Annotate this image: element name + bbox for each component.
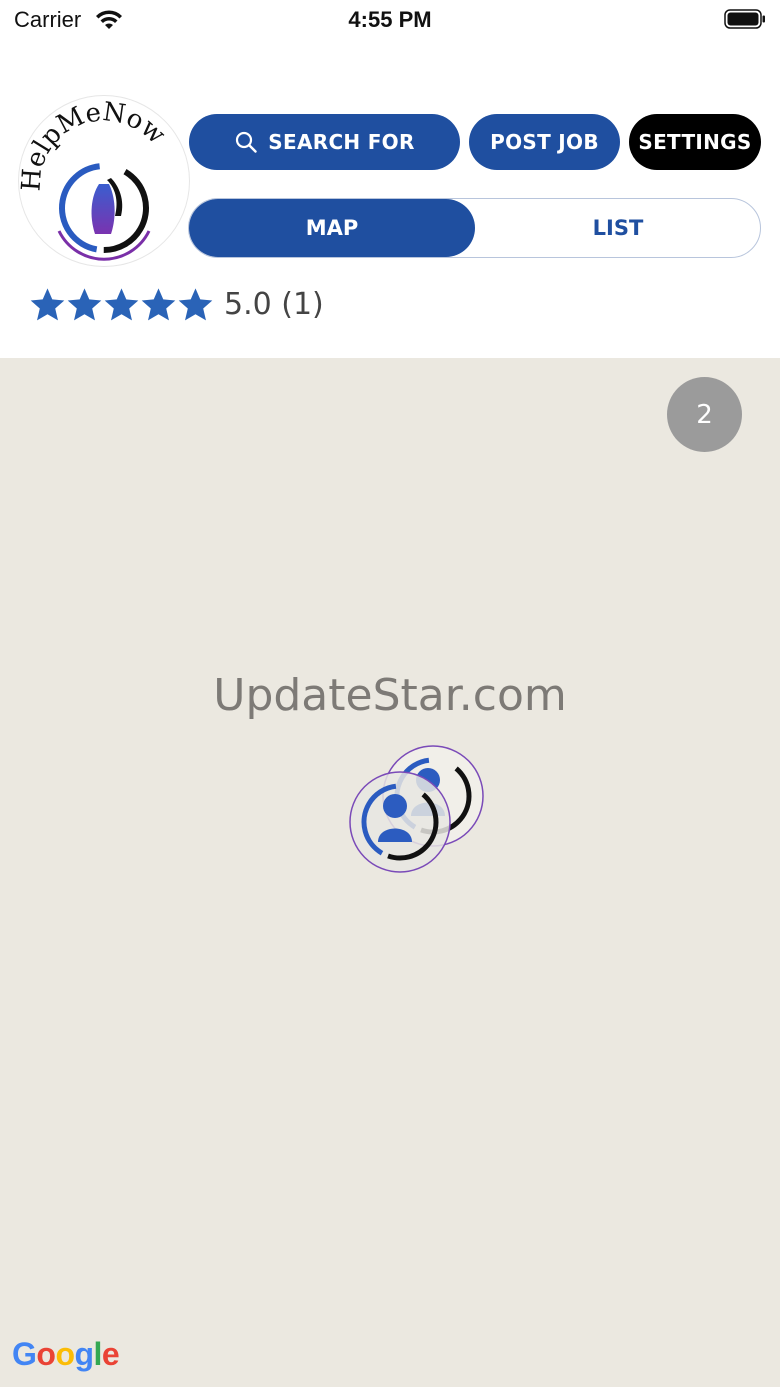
- star-icon: [178, 287, 213, 320]
- post-job-label: POST JOB: [490, 130, 599, 154]
- status-bar: Carrier 4:55 PM: [0, 0, 780, 44]
- cluster-count: 2: [696, 399, 713, 430]
- rating-text: 5.0 (1): [224, 286, 324, 322]
- settings-label: SETTINGS: [638, 130, 752, 154]
- post-job-button[interactable]: POST JOB: [469, 114, 620, 170]
- search-icon: [236, 131, 257, 153]
- map-pin-markers[interactable]: [345, 738, 485, 878]
- map-tab-label: MAP: [305, 216, 359, 240]
- watermark: UpdateStar.com: [213, 670, 567, 721]
- rating: 5.0 (1): [29, 282, 324, 326]
- settings-button[interactable]: SETTINGS: [629, 114, 761, 170]
- map-view[interactable]: 2 UpdateStar.com Google: [0, 358, 780, 1387]
- view-toggle: MAP LIST: [188, 198, 761, 258]
- google-letter: o: [55, 1336, 75, 1372]
- svg-text:HelpMeNow: HelpMeNow: [19, 97, 171, 192]
- star-icon: [104, 287, 139, 320]
- search-for-label: SEARCH FOR: [268, 130, 415, 154]
- star-icon: [30, 287, 65, 320]
- map-pin-marker[interactable]: [349, 771, 451, 873]
- google-letter: e: [101, 1336, 120, 1372]
- map-cluster-marker[interactable]: 2: [667, 377, 742, 452]
- search-for-button[interactable]: SEARCH FOR: [189, 114, 460, 170]
- list-tab-label: LIST: [592, 216, 644, 240]
- logo-graphic: HelpMeNow: [19, 97, 171, 261]
- star-icon: [67, 287, 102, 320]
- google-letter: g: [74, 1336, 94, 1372]
- star-icon: [141, 287, 176, 320]
- list-tab[interactable]: LIST: [475, 199, 761, 257]
- clock: 4:55 PM: [348, 7, 432, 32]
- app-logo: HelpMeNow: [19, 96, 189, 266]
- battery-icon: [724, 9, 765, 29]
- map-tab[interactable]: MAP: [189, 199, 475, 257]
- google-letter: G: [12, 1336, 37, 1372]
- google-letter: l: [93, 1336, 103, 1372]
- google-letter: o: [36, 1336, 56, 1372]
- header: HelpMeNow SEARCH FOR POST JOB SETTINGS M…: [0, 44, 780, 358]
- google-attribution: Google: [12, 1336, 120, 1373]
